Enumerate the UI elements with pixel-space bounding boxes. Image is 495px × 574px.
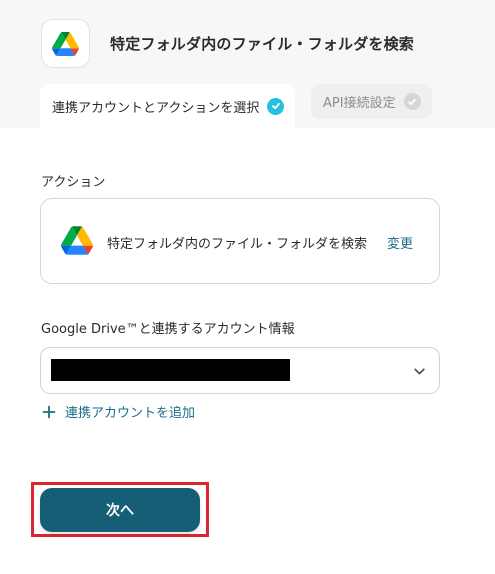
check-circle-icon bbox=[403, 93, 421, 110]
account-section-label: Google Drive™と連携するアカウント情報 bbox=[41, 322, 295, 337]
action-card: 特定フォルダ内のファイル・フォルダを検索 変更 bbox=[40, 198, 440, 284]
header: 特定フォルダ内のファイル・フォルダを検索 連携アカウントとアクションを選択 AP… bbox=[0, 0, 495, 128]
add-account-link[interactable]: 連携アカウントを追加 bbox=[42, 402, 195, 421]
page: 特定フォルダ内のファイル・フォルダを検索 連携アカウントとアクションを選択 AP… bbox=[0, 0, 495, 574]
check-circle-icon bbox=[267, 97, 285, 115]
plus-icon bbox=[42, 405, 56, 418]
add-account-label: 連携アカウントを追加 bbox=[65, 406, 196, 421]
google-drive-icon bbox=[61, 226, 93, 255]
next-button[interactable]: 次へ bbox=[40, 488, 200, 532]
app-icon bbox=[41, 19, 90, 68]
tab-account-action[interactable]: 連携アカウントとアクションを選択 bbox=[40, 84, 296, 128]
action-section-label: アクション bbox=[41, 175, 106, 190]
tab-api-settings[interactable]: API接続設定 bbox=[311, 84, 432, 119]
account-value-redacted bbox=[51, 359, 290, 381]
chevron-down-icon bbox=[414, 368, 425, 375]
account-select[interactable] bbox=[40, 347, 440, 394]
change-action-link[interactable]: 変更 bbox=[387, 233, 413, 252]
google-drive-icon bbox=[52, 31, 79, 56]
tab-label: 連携アカウントとアクションを選択 bbox=[52, 100, 260, 116]
page-title: 特定フォルダ内のファイル・フォルダを検索 bbox=[110, 35, 415, 53]
tab-label: API接続設定 bbox=[323, 96, 396, 111]
action-name: 特定フォルダ内のファイル・フォルダを検索 bbox=[107, 237, 368, 252]
